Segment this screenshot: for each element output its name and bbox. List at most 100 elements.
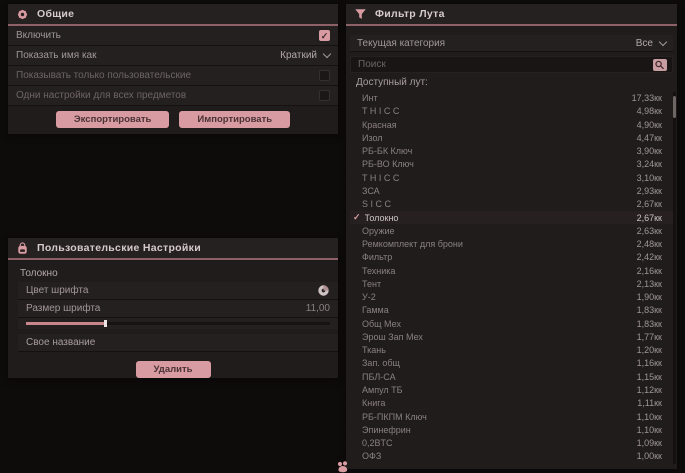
search-row	[350, 56, 673, 73]
checkbox-checked[interactable]: ✓	[319, 30, 330, 41]
loot-item[interactable]: Зап. общ1,16кк	[350, 357, 673, 370]
check-icon: ✓	[353, 212, 361, 223]
general-settings-rows: Включить✓Показать имя какКраткий Показыва…	[8, 26, 338, 106]
loot-item[interactable]: РБ-ПКПМ Ключ1,10кк	[350, 410, 673, 423]
panel-title: Общие	[37, 8, 74, 20]
slider-fill	[26, 322, 105, 325]
loot-item-name: Тент	[362, 279, 637, 289]
loot-item-price: 1,10кк	[637, 412, 662, 422]
loot-item-name: Красная	[362, 120, 637, 130]
loot-item-price: 2,93кк	[637, 186, 662, 196]
mod-logo-icon[interactable]	[334, 459, 352, 473]
setting-label: Показывать только пользовательские	[16, 70, 191, 81]
loot-item-name: У-2	[362, 292, 637, 302]
panel-general: Общие Включить✓Показать имя какКраткий По…	[8, 4, 338, 134]
loot-item[interactable]: T H I C C3,10кк	[350, 172, 673, 185]
loot-item-price: 1,90кк	[637, 292, 662, 302]
panel-custom-settings: Пользовательские Настройки Толокно Цвет …	[8, 238, 338, 378]
loot-item[interactable]: ОФЗ1,00кк	[350, 450, 673, 463]
loot-item[interactable]: Ремкомплект для брони2,48кк	[350, 238, 673, 251]
panel-general-header: Общие	[8, 4, 338, 24]
category-dropdown[interactable]: Все	[636, 38, 666, 49]
loot-item-name: T H I C C	[362, 173, 637, 183]
slider-track[interactable]	[26, 322, 330, 325]
loot-item[interactable]: S I C C2,67кк	[350, 198, 673, 211]
loot-item-name: 0,2BTC	[362, 438, 637, 448]
loot-item-selected[interactable]: ✓Толокно2,67кк	[350, 211, 673, 224]
scrollbar[interactable]	[673, 92, 676, 464]
scrollbar-thumb[interactable]	[673, 96, 676, 118]
category-value: Все	[636, 38, 653, 49]
loot-item[interactable]: ПБЛ-СА1,15кк	[350, 371, 673, 384]
loot-item[interactable]: Ткань1,20кк	[350, 344, 673, 357]
dropdown-value: Краткий	[280, 50, 317, 61]
loot-item-price: 2,63кк	[637, 226, 662, 236]
loot-item-price: 4,90кк	[637, 120, 662, 130]
panel-filter-header: Фильтр Лута	[346, 4, 677, 24]
loot-item-name: РБ-ВО Ключ	[362, 159, 637, 169]
font-size-label: Размер шрифта	[26, 303, 100, 314]
checkbox-unchecked[interactable]	[319, 70, 330, 81]
loot-item[interactable]: Книга1,11кк	[350, 397, 673, 410]
loot-item[interactable]: Гамма1,83кк	[350, 304, 673, 317]
loot-item-price: 4,47кк	[637, 133, 662, 143]
loot-item[interactable]: Эпинефрин1,10кк	[350, 424, 673, 437]
loot-item[interactable]: У-21,90кк	[350, 291, 673, 304]
loot-item-price: 3,90кк	[637, 146, 662, 156]
loot-item[interactable]: T H I C C4,98кк	[350, 105, 673, 118]
setting-row: Включить✓	[8, 26, 338, 46]
funnel-icon	[354, 8, 367, 21]
panel-loot-filter: Фильтр Лута Текущая категория Все Доступ…	[346, 4, 677, 469]
loot-item-price: 3,10кк	[637, 173, 662, 183]
loot-item-name: Эпинефрин	[362, 425, 637, 435]
checkbox-unchecked[interactable]	[319, 90, 330, 101]
font-size-slider[interactable]	[18, 318, 338, 329]
custom-name-row: Свое название	[18, 334, 338, 352]
loot-item[interactable]: Изол4,47кк	[350, 132, 673, 145]
slider-handle[interactable]	[104, 320, 107, 327]
loot-item[interactable]: Фильтр2,42кк	[350, 251, 673, 264]
name-format-dropdown[interactable]: Краткий	[280, 50, 330, 61]
loot-item-price: 1,10кк	[637, 425, 662, 435]
color-picker-icon[interactable]	[317, 284, 330, 297]
loot-item-name: Изол	[362, 133, 637, 143]
loot-item-name: РБ-БК Ключ	[362, 146, 637, 156]
loot-item[interactable]: Оружие2,63кк	[350, 225, 673, 238]
loot-item-name: Книга	[362, 398, 637, 408]
search-icon[interactable]	[653, 59, 667, 71]
loot-item-price: 1,83кк	[637, 305, 662, 315]
loot-item[interactable]: ЗСА2,93кк	[350, 185, 673, 198]
export-button[interactable]: Экспортировать	[56, 111, 169, 128]
setting-row: Показывать только пользовательские	[8, 66, 338, 86]
loot-item[interactable]: Ампул ТБ1,12кк	[350, 384, 673, 397]
loot-item-price: 2,48кк	[637, 239, 662, 249]
loot-item[interactable]: Тент2,13кк	[350, 278, 673, 291]
backpack-icon	[16, 242, 29, 255]
loot-item-name: S I C C	[362, 199, 637, 209]
font-color-row: Цвет шрифта	[18, 282, 338, 300]
loot-item[interactable]: Эрош Зап Мех1,77кк	[350, 331, 673, 344]
search-input[interactable]	[356, 58, 653, 71]
chevron-down-icon	[323, 50, 331, 58]
loot-item-name: Гамма	[362, 305, 637, 315]
loot-item[interactable]: 0,2BTC1,09кк	[350, 437, 673, 450]
import-button[interactable]: Импортировать	[179, 111, 290, 128]
setting-row: Показать имя какКраткий	[8, 46, 338, 66]
loot-item-price: 1,11кк	[637, 398, 662, 408]
loot-item[interactable]: Общ Мех1,83кк	[350, 318, 673, 331]
loot-item[interactable]: РБ-БК Ключ3,90кк	[350, 145, 673, 158]
loot-item[interactable]: Красная4,90кк	[350, 119, 673, 132]
font-size-value: 11,00	[306, 303, 330, 314]
loot-item-name: Оружие	[362, 226, 637, 236]
loot-item-price: 17,33кк	[632, 93, 662, 103]
loot-item[interactable]: РБ-ВО Ключ3,24кк	[350, 158, 673, 171]
category-label: Текущая категория	[357, 38, 445, 49]
loot-item-price: 3,24кк	[637, 159, 662, 169]
export-import-row: Экспортировать Импортировать	[8, 106, 338, 133]
loot-item[interactable]: Инт17,33кк	[350, 92, 673, 105]
loot-item-price: 1,20кк	[637, 345, 662, 355]
custom-name-input[interactable]	[103, 336, 330, 349]
loot-item-price: 1,15кк	[637, 372, 662, 382]
delete-button[interactable]: Удалить	[136, 361, 211, 378]
loot-item[interactable]: Техника2,16кк	[350, 264, 673, 277]
